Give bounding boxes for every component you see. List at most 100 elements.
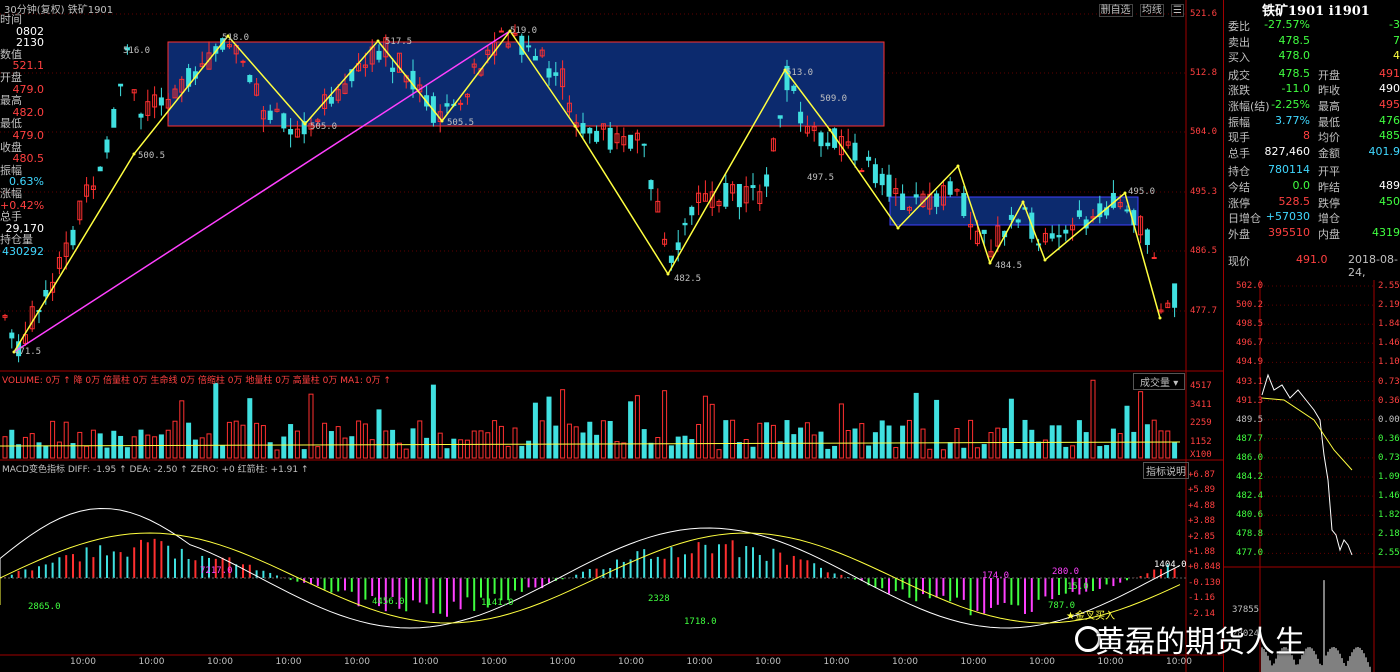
price-tick: 521.6 [1190,9,1218,19]
quote-value-2: 4319 [1372,225,1400,239]
quote-value: +57030 [1265,210,1310,224]
intraday-volume-tick: 37855 [1232,605,1260,615]
price-annotation: 500.5 [138,151,166,161]
menu-icon[interactable]: ☰ [1171,4,1184,17]
quote-row: 持仓 780114 开平 [1228,163,1400,179]
quote-value: 0.0 [1292,179,1311,192]
macd-label: 1718.0 [684,617,717,627]
price-annotation: 497.5 [807,173,835,183]
quote-value-2: 485 [1379,129,1400,143]
intraday-price-tick: 494.9 [1236,357,1264,368]
time-tick: 10:00 [138,657,165,667]
quote-value-2: 401.9 [1368,144,1400,158]
intraday-pct-tick: 0.73% [1378,376,1400,387]
stat-label: 开盘 [0,70,22,84]
quote-value-2: 7 [1393,33,1400,47]
stat-label: 总手 [0,210,22,224]
quote-label: 今结 [1228,181,1250,194]
quote-row: 涨跌 -11.0 昨收 490 [1228,82,1400,98]
quote-label: 日增仓 [1228,212,1261,226]
quote-label: 振幅 [1228,115,1250,129]
intraday-price-tick: 491.3 [1236,395,1264,406]
quote-value: 395510 [1268,225,1310,239]
quote-row: 委比 -27.57% -3 [1228,18,1400,34]
time-tick: 10:00 [207,657,233,667]
stat-label: 涨幅 [0,186,22,200]
time-tick: 10:00 [755,657,781,667]
price-annotation: 495.0 [1128,187,1156,197]
quote-label: 外盘 [1228,227,1250,241]
intraday-price-tick: 480.6 [1236,510,1264,521]
intraday-pct-tick: 1.10% [1378,357,1400,368]
now-price-label: 现价 [1228,255,1250,268]
quote-label-2: 跌停 [1318,196,1340,210]
macd-legend: MACD变色指标 DIFF: -1.95 ↑ DEA: -2.50 ↑ ZERO… [2,465,309,475]
macd-tick: -1.16 [1188,593,1216,604]
intraday-price-tick: 496.7 [1236,338,1264,349]
chart-toolbar: 删自选 均线 ☰ [1095,1,1184,17]
volume-tick: 4517 [1190,381,1212,391]
quote-row: 买入 478.0 4 [1228,49,1400,65]
intraday-pct-tick: 2.55% [1378,548,1400,559]
price-tick: 504.0 [1190,127,1218,137]
intraday-pct-tick: 0.36% [1378,433,1400,444]
macd-label: 1141.0 [481,598,514,608]
time-tick: 10:00 [70,657,96,667]
quote-label-2: 开平 [1318,165,1340,179]
quote-value: 478.5 [1278,66,1311,80]
quote-value: 780114 [1268,163,1310,177]
volume-indicator-dropdown[interactable]: 成交量 ▾ [1133,373,1186,390]
macd-tick: +2.85 [1188,531,1216,542]
quote-row: 日增仓 +57030 增仓 [1228,210,1400,226]
intraday-price-tick: 482.4 [1236,491,1264,502]
time-tick: 10:00 [892,657,918,667]
quote-label-2: 金额 [1318,146,1340,160]
stat-value: 430292 [2,244,44,258]
intraday-pct-tick: 2.55% [1378,281,1400,291]
chevron-down-icon: ▾ [1173,378,1179,389]
indicator-help-button[interactable]: 指标说明 [1143,462,1189,479]
quote-label: 涨停 [1228,196,1250,210]
time-tick: 10:00 [412,657,439,667]
macd-label: 2328 [648,594,670,604]
quote-title: 铁矿1901 i1901 [1262,4,1370,19]
quote-value: -11.0 [1281,82,1310,96]
time-tick: 10:00 [960,657,987,667]
stat-label: 最高 [0,94,22,108]
intraday-price-tick: 478.8 [1236,529,1264,540]
time-tick: 10:00 [618,657,644,667]
quote-label-2: 昨收 [1318,84,1340,98]
price-tick: 512.8 [1190,68,1218,78]
price-annotation: 482.5 [674,274,702,284]
quote-label-2: 内盘 [1318,227,1340,241]
now-price-date: 2018-08-24, [1348,253,1398,279]
price-annotation: 505.5 [447,118,475,128]
intraday-price-tick: 498.5 [1236,319,1264,330]
intraday-pct-tick: 1.46% [1378,491,1400,502]
delete-favorite-button[interactable]: 删自选 [1098,4,1133,17]
intraday-pct-tick: 0.00% [1378,414,1400,425]
macd-label: 280.0 [1052,567,1080,577]
volume-tick: 1152 [1190,437,1212,447]
quote-row: 总手 827,460 金额 401.9 [1228,145,1400,161]
quote-row: 卖出 478.5 7 [1228,34,1400,50]
quote-label: 涨跌 [1228,84,1250,98]
chart-canvas [0,0,1223,672]
quote-row: 今结 0.0 昨结 489 [1228,179,1400,195]
quote-value: 8 [1303,129,1310,143]
macd-label: 4456.0 [372,597,405,607]
quote-row: 现手 8 均价 485 [1228,129,1400,145]
quote-value-2: 476 [1379,113,1400,127]
price-tick: 486.5 [1190,246,1218,256]
left-stats-panel: 时间 0802 2130 数值 521.1 开盘 479.0 最高 482.0 最低 479.0 收盘… [0,14,44,257]
price-annotation: 484.5 [995,261,1023,271]
intraday-price-tick: 502.0 [1236,281,1264,291]
intraday-pct-tick: 1.46% [1378,338,1400,349]
intraday-price-tick: 493.1 [1236,376,1264,387]
ma-button[interactable]: 均线 [1139,4,1164,17]
quote-label-2: 增仓 [1318,212,1340,226]
quote-label: 持仓 [1228,165,1250,179]
intraday-pct-tick: 1.84% [1378,319,1400,330]
macd-tick: -0.130 [1188,577,1221,588]
intraday-price-tick: 487.7 [1236,433,1264,444]
